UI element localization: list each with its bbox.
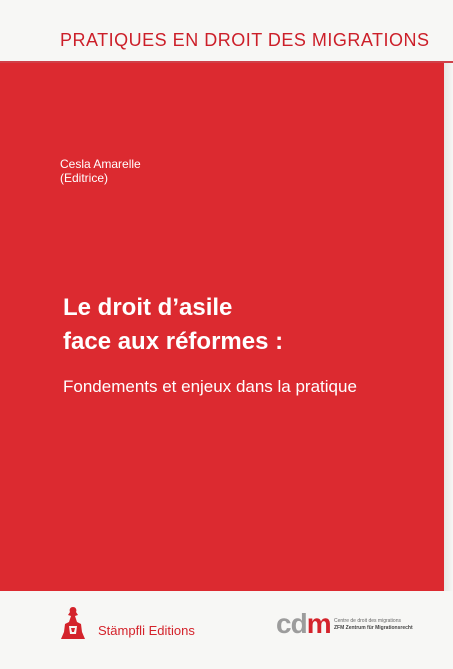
author-block: Cesla Amarelle (Editrice) [60, 157, 141, 185]
series-title: PRATIQUES EN DROIT DES MIGRATIONS [60, 30, 430, 50]
cdm-line-1: Centre de droit des migrations [334, 618, 401, 624]
cdm-text: Centre de droit des migrations ZFM Zentr… [334, 618, 413, 632]
book-title: Le droit d’asile face aux réformes : [63, 291, 283, 359]
title-line-1: Le droit d’asile [63, 294, 233, 321]
book-subtitle: Fondements et enjeux dans la pratique [63, 377, 357, 396]
footer: Stämpfli Editions cdm Centre de droit de… [0, 591, 453, 669]
panel-edge [444, 63, 453, 591]
cdm-logo-m: m [306, 608, 332, 639]
cdm-logo: cdm [276, 608, 332, 639]
title-line-2: face aux réformes : [63, 328, 284, 355]
author-name: Cesla Amarelle [60, 157, 141, 171]
book-cover: PRATIQUES EN DROIT DES MIGRATIONS Cesla … [0, 0, 453, 669]
stampfli-figure-icon [61, 607, 85, 639]
cdm-line-2: ZFM Zentrum für Migrationsrecht [334, 625, 413, 631]
cdm-logo-cd: cd [276, 608, 308, 639]
author-role: (Editrice) [60, 171, 109, 185]
publisher-name: Stämpfli Editions [98, 623, 195, 638]
red-panel: Cesla Amarelle (Editrice) Le droit d’asi… [0, 63, 444, 591]
